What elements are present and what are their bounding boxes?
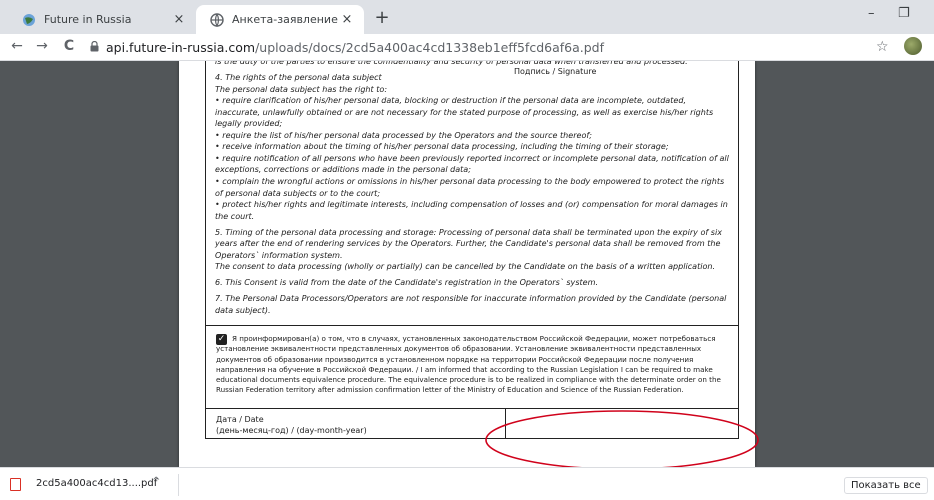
- consent-text: is the duty of the parties to ensure the…: [215, 61, 731, 321]
- lock-icon: [90, 40, 100, 55]
- globe-icon: [22, 13, 36, 27]
- browser-toolbar: ← → C api.future-in-russia.com/uploads/d…: [0, 34, 934, 61]
- show-all-downloads-button[interactable]: Показать все: [844, 477, 928, 494]
- equivalence-notice-section: ✓ Я проинформирован(а) о том, что в случ…: [206, 325, 738, 409]
- new-tab-button[interactable]: +: [372, 7, 392, 28]
- consent-paragraph: is the duty of the parties to ensure the…: [215, 61, 688, 66]
- pdf-file-icon: [10, 478, 21, 491]
- bookmark-star-icon[interactable]: ☆: [876, 39, 889, 55]
- profile-avatar[interactable]: [904, 37, 922, 55]
- consent-paragraph: 4. The rights of the personal data subje…: [215, 73, 382, 83]
- url-path: /uploads/docs/2cd5a400ac4cd1338eb1eff5fc…: [255, 40, 604, 55]
- consent-paragraph: The consent to data processing (wholly o…: [215, 262, 716, 272]
- equivalence-notice-text: Я проинформирован(а) о том, что в случая…: [216, 334, 721, 395]
- consent-paragraph: 5. Timing of the personal data processin…: [215, 227, 722, 260]
- reload-icon[interactable]: C: [60, 38, 78, 54]
- back-arrow-icon[interactable]: ←: [8, 38, 26, 54]
- close-tab-icon[interactable]: ×: [170, 12, 188, 27]
- consent-paragraph: The personal data subject has the right …: [215, 84, 388, 94]
- tab-strip: Future in Russia × Анкета-заявление / Ap…: [0, 0, 934, 34]
- form-frame: is the duty of the parties to ensure the…: [205, 61, 739, 439]
- consent-paragraph: • receive information about the timing o…: [215, 142, 669, 152]
- download-filename[interactable]: 2cd5a400ac4cd13....pdf: [36, 478, 157, 489]
- tab-future-in-russia[interactable]: Future in Russia ×: [8, 5, 196, 34]
- chevron-up-icon[interactable]: ^: [152, 476, 160, 487]
- address-bar[interactable]: api.future-in-russia.com/uploads/docs/2c…: [90, 37, 870, 58]
- browser-window: Future in Russia × Анкета-заявление / Ap…: [0, 0, 934, 500]
- close-tab-icon[interactable]: ×: [338, 12, 356, 27]
- consent-paragraph: • require the list of his/her personal d…: [215, 130, 592, 140]
- pdf-page: is the duty of the parties to ensure the…: [179, 61, 755, 467]
- minimize-button[interactable]: –: [868, 6, 875, 21]
- date-label: Дата / Date: [216, 415, 264, 424]
- consent-paragraph: 6. This Consent is valid from the date o…: [215, 278, 599, 288]
- restore-button[interactable]: ❐: [898, 6, 910, 21]
- download-bar: 2cd5a400ac4cd13....pdf ^ Показать все: [0, 467, 934, 500]
- pdf-viewer[interactable]: is the duty of the parties to ensure the…: [0, 61, 934, 467]
- url-host: api.future-in-russia.com: [106, 40, 256, 55]
- consent-paragraph: 7. The Personal Data Processors/Operator…: [215, 294, 727, 315]
- tab-application[interactable]: Анкета-заявление / Application ×: [196, 5, 364, 34]
- consent-paragraph: • complain the wrongful actions or omiss…: [215, 176, 725, 198]
- date-format-hint: (день-месяц-год) / (day-month-year): [216, 426, 367, 435]
- tab-title: Анкета-заявление / Application: [232, 13, 338, 26]
- globe-icon: [210, 12, 224, 27]
- date-field[interactable]: Дата / Date (день-месяц-год) / (day-mont…: [206, 409, 506, 439]
- consent-paragraph: • protect his/her rights and legitimate …: [215, 200, 728, 221]
- forward-arrow-icon[interactable]: →: [33, 38, 51, 54]
- tab-title: Future in Russia: [44, 13, 132, 26]
- consent-paragraph: • require notification of all persons wh…: [215, 153, 729, 175]
- consent-paragraph: • require clarification of his/her perso…: [215, 96, 714, 129]
- signature-label: Подпись / Signature: [514, 67, 597, 76]
- divider: [178, 474, 179, 496]
